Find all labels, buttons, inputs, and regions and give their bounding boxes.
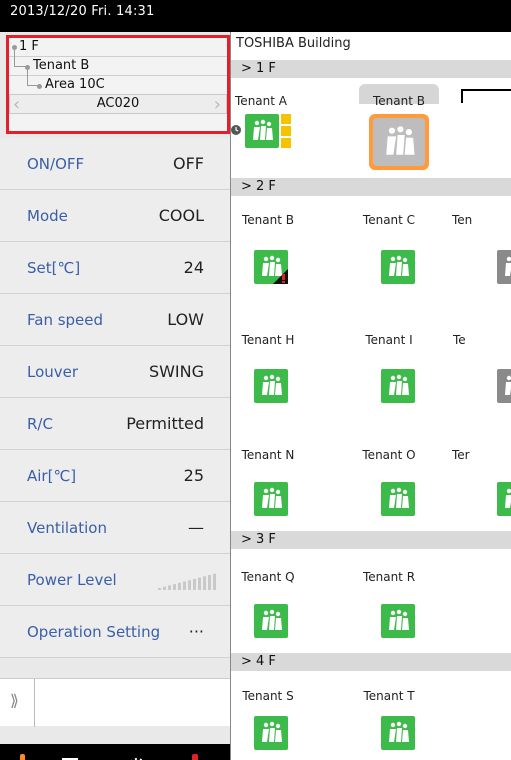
property-row-fan-speed[interactable]: Fan speed LOW — [0, 294, 230, 346]
property-name: R/C — [27, 415, 53, 433]
screen: 2013/12/20 Fri. 14:31 1 F Tenant B Area … — [0, 0, 511, 760]
property-name: Operation Setting — [27, 623, 161, 641]
clock-icon — [231, 121, 242, 135]
unit-selector: ‹ AC020 › — [9, 94, 227, 115]
warning-icon — [273, 269, 288, 284]
building-title: TOSHIBA Building — [236, 36, 351, 51]
tenant-r-tile[interactable] — [381, 604, 415, 638]
tenant-label: Tenant A — [235, 94, 287, 108]
floor-header-3f[interactable]: > 3 F — [231, 531, 511, 549]
hand-pointer-icon[interactable] — [10, 754, 36, 760]
property-value: — — [188, 518, 204, 537]
tenant-label: Tenant T — [363, 689, 415, 703]
property-name: Air[℃] — [27, 467, 77, 485]
tenant-i-tile[interactable] — [381, 369, 415, 403]
property-row-air[interactable]: Air[℃] 25 — [0, 450, 230, 502]
property-row-ventilation[interactable]: Ventilation — — [0, 502, 230, 554]
tenant-label: Tenant R — [362, 570, 416, 584]
dotted-circle-icon[interactable] — [125, 756, 149, 760]
tenant-t-tile[interactable] — [381, 716, 415, 750]
tree-area-row[interactable]: Area 10C — [9, 76, 227, 95]
tenant-o-tile[interactable] — [381, 482, 415, 516]
tenant-label: Tenant Q — [241, 570, 295, 584]
property-row-operation-setting[interactable]: Operation Setting ··· — [0, 606, 230, 658]
property-name: Fan speed — [27, 311, 104, 329]
property-value: 24 — [183, 258, 204, 277]
property-row-set[interactable]: Set[℃] 24 — [0, 242, 230, 294]
property-row-louver[interactable]: Louver SWING — [0, 346, 230, 398]
property-row-r-c[interactable]: R/C Permitted — [0, 398, 230, 450]
tenant-q-tile[interactable] — [254, 604, 288, 638]
floor-header-2f[interactable]: > 2 F — [231, 178, 511, 196]
connector-line — [461, 89, 511, 103]
tenant-h-tile[interactable] — [254, 369, 288, 403]
property-value: 25 — [183, 466, 204, 485]
tile-inner — [373, 118, 425, 166]
property-name: Ventilation — [27, 519, 107, 537]
tenant-label: Tenant C — [362, 213, 416, 227]
tenant-label: Te — [453, 333, 466, 347]
tenant-c-tile[interactable] — [381, 250, 415, 284]
property-value: COOL — [158, 206, 204, 225]
divider — [34, 679, 35, 727]
tenant-label: Ter — [452, 448, 470, 462]
tenant-s-tile[interactable] — [254, 716, 288, 750]
tenant-label: Ten — [452, 213, 473, 227]
property-row-mode[interactable]: Mode COOL — [0, 190, 230, 242]
tenant-label: Tenant B — [373, 94, 425, 108]
tenant-label: Tenant O — [362, 448, 416, 462]
tenant-label: Tenant B — [242, 213, 294, 227]
unit-label: AC020 — [96, 96, 140, 111]
tenant-label: Tenant N — [241, 448, 295, 462]
property-value: SWING — [148, 362, 204, 381]
datetime: 2013/12/20 Fri. 14:31 — [10, 4, 155, 19]
left-panel: 1 F Tenant B Area 10C ‹ AC020 › ON/OFF OF… — [0, 32, 230, 760]
tree-node-icon — [37, 84, 42, 89]
tenant-j-tile[interactable] — [497, 369, 511, 403]
property-value: LOW — [167, 310, 204, 329]
tree-tenant-label: Tenant B — [33, 58, 90, 73]
exclamation-icon[interactable] — [190, 754, 200, 760]
tree-area-label: Area 10C — [45, 77, 105, 92]
tree-floor-row[interactable]: 1 F — [9, 38, 227, 57]
bottom-toolbar — [0, 744, 230, 760]
tenant-label: Tenant I — [365, 333, 413, 347]
chevron-right-icon[interactable]: › — [214, 94, 221, 115]
expander[interactable]: ⟫ — [0, 678, 230, 727]
property-name: Set[℃] — [27, 259, 81, 277]
tenant-n-tile[interactable] — [254, 482, 288, 516]
property-name: ON/OFF — [27, 155, 85, 173]
property-name: Mode — [27, 207, 68, 225]
property-name: Louver — [27, 363, 79, 381]
lock-icon — [281, 114, 291, 148]
property-name: Power Level — [27, 571, 117, 589]
property-value: OFF — [173, 154, 204, 173]
property-row-power-level[interactable]: Power Level — [0, 554, 230, 606]
property-value: Permitted — [126, 414, 204, 433]
tenant-label: Tenant H — [241, 333, 295, 347]
tenant-a-tile[interactable] — [245, 114, 279, 148]
location-tree: 1 F Tenant B Area 10C ‹ AC020 › — [6, 35, 230, 134]
tenant-b-tile-selected[interactable] — [369, 114, 429, 170]
double-chevron-right-icon: ⟫ — [10, 691, 19, 710]
property-value: ··· — [188, 622, 204, 641]
power-level-icon — [158, 572, 220, 594]
floor-header-1f[interactable]: > 1 F — [231, 60, 511, 78]
tenant-p-tile[interactable] — [497, 482, 511, 516]
tenant-d-tile[interactable] — [497, 250, 511, 284]
floor-header-4f[interactable]: > 4 F — [231, 653, 511, 671]
tree-tenant-row[interactable]: Tenant B — [9, 57, 227, 76]
property-row-on-off[interactable]: ON/OFF OFF — [0, 138, 230, 190]
floor-map-panel: TOSHIBA Building > 1 F Tenant A Tenant B… — [230, 32, 511, 760]
tenant-label: Tenant S — [242, 689, 294, 703]
status-bar: 2013/12/20 Fri. 14:31 — [0, 0, 511, 32]
